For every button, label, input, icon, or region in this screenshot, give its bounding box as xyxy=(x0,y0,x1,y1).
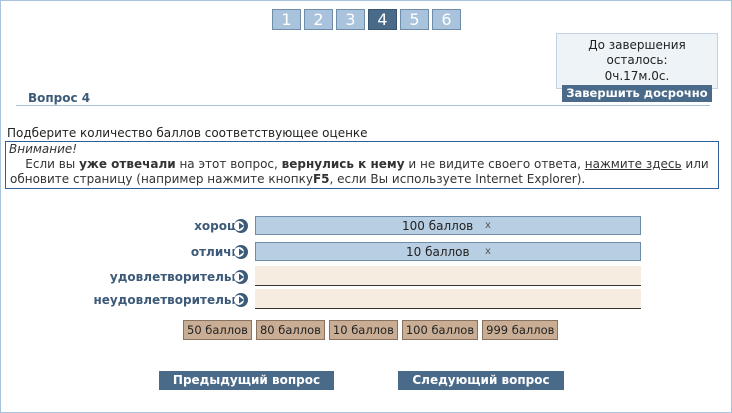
notice-text-5: , если Вы используете Internet Explorer)… xyxy=(329,172,586,186)
notice-text-1: Если вы xyxy=(25,157,80,171)
refresh-link[interactable]: нажмите здесь xyxy=(585,157,682,171)
arrow-right-icon xyxy=(234,270,248,284)
match-row: отлично 10 баллов x xyxy=(0,241,732,263)
arrow-right-icon xyxy=(234,219,248,233)
tab-question-6[interactable]: 6 xyxy=(432,9,461,30)
drop-slot-excellent[interactable]: 10 баллов x xyxy=(255,242,641,261)
option-999[interactable]: 999 баллов xyxy=(482,320,559,340)
next-question-button[interactable]: Следующий вопрос xyxy=(398,371,564,390)
grade-label-unsatisfactory: неудовлетворительно xyxy=(93,293,248,307)
tab-question-3[interactable]: 3 xyxy=(336,9,365,30)
question-title: Вопрос 4 xyxy=(28,91,91,105)
notice-title: Внимание! xyxy=(9,142,78,156)
drop-slot-unsatisfactory[interactable] xyxy=(255,289,641,309)
option-100[interactable]: 100 баллов xyxy=(401,320,479,340)
match-row: удовлетворительно xyxy=(0,266,732,288)
timer-value: 0ч.17м.0с. xyxy=(604,69,670,83)
option-10[interactable]: 10 баллов xyxy=(328,320,398,340)
drop-slot-satisfactory[interactable] xyxy=(255,266,641,286)
drop-slot-good[interactable]: 100 баллов x xyxy=(255,216,641,235)
question-tabs: 1 2 3 4 5 6 xyxy=(272,9,464,30)
timer-label: До завершения осталось: xyxy=(588,38,686,67)
tab-question-5[interactable]: 5 xyxy=(400,9,429,30)
prev-question-button[interactable]: Предыдущий вопрос xyxy=(159,371,334,390)
option-50[interactable]: 50 баллов xyxy=(183,320,252,340)
match-row: неудовлетворительно xyxy=(0,289,732,311)
question-instruction: Подберите количество баллов соответствую… xyxy=(7,126,368,140)
slot-value: 100 баллов xyxy=(402,219,474,233)
arrow-right-icon xyxy=(234,245,248,259)
notice-box: Внимание! Если вы уже отвечали на этот в… xyxy=(5,141,719,189)
grade-label-satisfactory: удовлетворительно xyxy=(109,270,248,284)
tab-question-2[interactable]: 2 xyxy=(304,9,333,30)
notice-bold-2: вернулись к нему xyxy=(281,157,405,171)
title-divider xyxy=(16,105,710,106)
match-row: хорошо 100 баллов x xyxy=(0,215,732,237)
option-80[interactable]: 80 баллов xyxy=(255,320,325,340)
remove-icon[interactable]: x xyxy=(485,220,491,231)
notice-text-2: на этот вопрос, xyxy=(175,157,282,171)
tab-question-1[interactable]: 1 xyxy=(272,9,301,30)
notice-bold-1: уже отвечали xyxy=(79,157,176,171)
finish-early-button[interactable]: Завершить досрочно xyxy=(562,85,712,102)
notice-body: Если вы уже отвечали на этот вопрос, вер… xyxy=(6,157,718,187)
notice-text-3: и не видите своего ответа, xyxy=(404,157,585,171)
tab-question-4[interactable]: 4 xyxy=(368,9,397,30)
timer-box: До завершения осталось: 0ч.17м.0с. Завер… xyxy=(556,33,718,102)
notice-bold-f5: F5 xyxy=(312,172,330,186)
slot-value: 10 баллов xyxy=(406,245,470,259)
remove-icon[interactable]: x xyxy=(485,246,491,257)
arrow-right-icon xyxy=(234,293,248,307)
answer-options: 50 баллов 80 баллов 10 баллов 100 баллов… xyxy=(183,320,562,340)
